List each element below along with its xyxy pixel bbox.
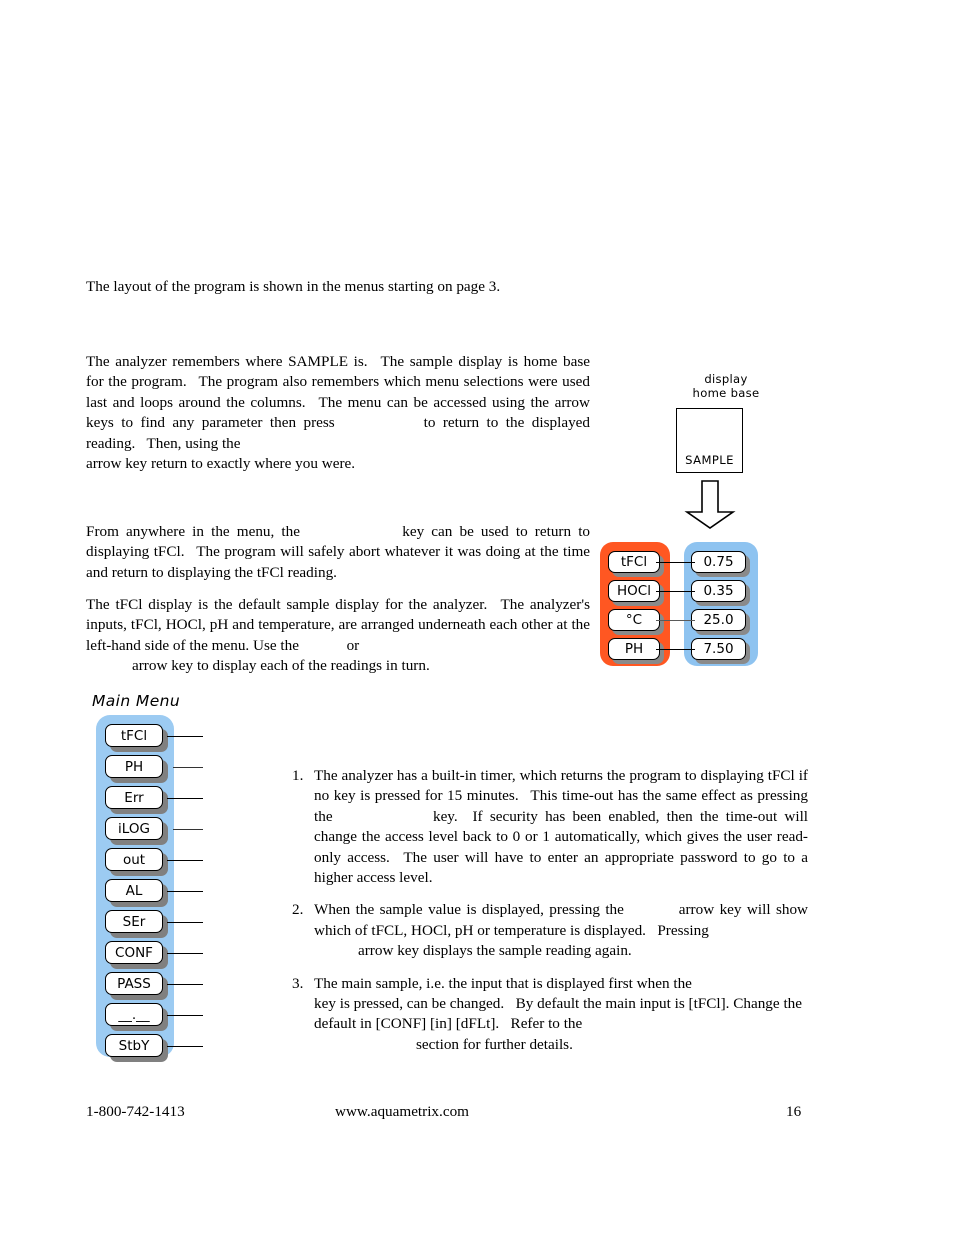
input-column-orange: tFCl HOCl °C PH (600, 542, 670, 666)
main-menu-diagram: Main Menu tFCl PH Err iLOG out AL SEr CO… (92, 692, 322, 1072)
input-chip-hocl[interactable]: HOCl (608, 580, 660, 602)
menu-item-stby[interactable]: StbY (105, 1034, 163, 1057)
value-chip-tfcl[interactable]: 0.75 (691, 551, 746, 573)
input-chip-tfcl[interactable]: tFCl (608, 551, 660, 573)
footer-page-number: 16 (786, 1103, 802, 1120)
note-2-part-c: arrow key displays the sample reading ag… (358, 942, 632, 960)
home-base-caption: display home base (656, 372, 796, 400)
menu-item-ph[interactable]: PH (105, 755, 163, 778)
menu-connector-ilog (173, 829, 203, 830)
note-item-2: 2. When the sample value is displayed, p… (292, 900, 808, 961)
note-2-part-a: When the sample value is displayed, pres… (314, 901, 624, 919)
menu-item-pass[interactable]: PASS (105, 972, 163, 995)
input-chip-ph[interactable]: PH (608, 638, 660, 660)
value-chip-celsius[interactable]: 25.0 (691, 609, 746, 631)
lead-paragraph: The layout of the program is shown in th… (86, 278, 501, 295)
sample-display-box: SAMPLE (676, 408, 743, 473)
menu-item-conf[interactable]: CONF (105, 941, 163, 964)
home-base-caption-line-1: display (704, 372, 748, 386)
menu-connector-conf (167, 953, 203, 954)
menu-item-tfcl[interactable]: tFCl (105, 724, 163, 747)
paragraph-default-sample-display: The tFCl display is the default sample d… (86, 595, 590, 677)
menu-item-blank[interactable]: __.__ (105, 1003, 163, 1026)
key-graphic-placeholder (340, 807, 426, 827)
paragraph-return-key: From anywhere in the menu, the key can b… (86, 522, 590, 583)
paragraph-2-part-a: From anywhere in the menu, the (86, 523, 300, 540)
menu-connector-err (167, 798, 203, 799)
main-menu-title: Main Menu (92, 692, 181, 710)
menu-item-ser[interactable]: SEr (105, 910, 163, 933)
connector-line-tfcl (656, 562, 695, 563)
numbered-notes-list: 1. The analyzer has a built-in timer, wh… (292, 766, 808, 1067)
menu-connector-stby (167, 1046, 203, 1047)
page-footer: 1-800-742-1413 www.aquametrix.com 16 (0, 1103, 954, 1129)
connector-line-ph (656, 649, 695, 650)
menu-connector-pass (167, 984, 203, 985)
note-3-part-a: The main sample, i.e. the input that is … (314, 974, 692, 992)
value-column-blue: 0.75 0.35 25.0 7.50 (684, 542, 758, 666)
note-number-3: 3. (292, 974, 304, 992)
key-graphic-placeholder (303, 636, 343, 656)
connector-line-hocl (656, 591, 695, 592)
value-chip-ph[interactable]: 7.50 (691, 638, 746, 660)
menu-connector-al (167, 891, 203, 892)
home-base-caption-line-2: home base (692, 386, 760, 400)
paragraph-sample-home-base: The analyzer remembers where SAMPLE is. … (86, 352, 590, 474)
menu-connector-blank (167, 1015, 203, 1016)
key-graphic-placeholder (307, 522, 395, 542)
note-3-part-c: section for further details. (416, 1035, 573, 1053)
menu-item-al[interactable]: AL (105, 879, 163, 902)
menu-connector-ph (173, 767, 203, 768)
display-home-base-diagram: display home base SAMPLE tFCl HOCl °C PH… (596, 370, 796, 670)
menu-connector-tfcl (167, 736, 203, 737)
menu-item-err[interactable]: Err (105, 786, 163, 809)
input-chip-celsius[interactable]: °C (608, 609, 660, 631)
note-item-3: 3. The main sample, i.e. the input that … (292, 974, 808, 1056)
paragraph-3-part-b: or (346, 636, 360, 654)
note-number-2: 2. (292, 901, 304, 919)
note-number-1: 1. (292, 767, 304, 784)
menu-connector-out (167, 860, 203, 861)
menu-item-ilog[interactable]: iLOG (105, 817, 163, 840)
footer-phone: 1-800-742-1413 (86, 1103, 185, 1120)
key-graphic-placeholder (342, 413, 416, 433)
down-block-arrow-icon (684, 480, 738, 530)
value-chip-hocl[interactable]: 0.35 (691, 580, 746, 602)
note-3-part-b: key is pressed, can be changed. By defau… (314, 995, 802, 1033)
footer-website: www.aquametrix.com (335, 1103, 469, 1120)
note-item-1: 1. The analyzer has a built-in timer, wh… (292, 766, 808, 888)
menu-item-out[interactable]: out (105, 848, 163, 871)
sample-box-label: SAMPLE (685, 453, 734, 467)
main-menu-column: tFCl PH Err iLOG out AL SEr CONF PASS __… (96, 715, 174, 1057)
paragraph-3-part-c: arrow key to display each of the reading… (132, 657, 430, 675)
key-graphic-placeholder (629, 900, 673, 920)
key-graphic-placeholder (244, 434, 248, 454)
paragraph-1-part-c: arrow key return to exactly where you we… (86, 455, 356, 473)
connector-line-celsius (656, 620, 695, 621)
menu-connector-ser (167, 922, 203, 923)
